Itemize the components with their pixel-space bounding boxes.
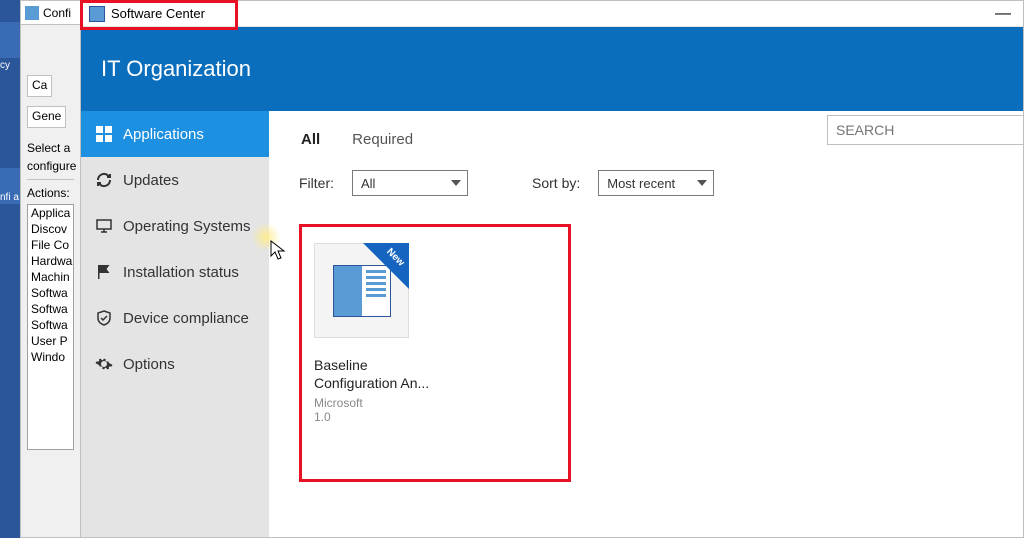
sort-label: Sort by: bbox=[532, 175, 580, 191]
brand-bar: IT Organization bbox=[81, 27, 1023, 111]
software-center-icon bbox=[89, 6, 105, 22]
minimize-button[interactable]: — bbox=[991, 7, 1015, 21]
monitor-icon bbox=[95, 217, 113, 235]
shield-check-icon bbox=[95, 309, 113, 327]
list-item[interactable]: User P bbox=[28, 333, 73, 349]
list-item[interactable]: Softwa bbox=[28, 317, 73, 333]
desktop-icon-label: nfi a bbox=[0, 192, 19, 203]
sidebar-item-label: Device compliance bbox=[123, 310, 249, 327]
applications-icon bbox=[95, 125, 113, 143]
config-manager-title: Confi bbox=[43, 6, 71, 20]
window-title: Software Center bbox=[111, 6, 205, 21]
org-title: IT Organization bbox=[101, 56, 251, 82]
desktop-icon[interactable] bbox=[0, 22, 20, 58]
sidebar-item-updates[interactable]: Updates bbox=[81, 157, 269, 203]
sidebar: Applications Updates Operating Systems I… bbox=[81, 111, 269, 537]
sort-select[interactable]: Most recent bbox=[598, 170, 714, 196]
refresh-icon bbox=[95, 171, 113, 189]
list-item[interactable]: Windo bbox=[28, 349, 73, 365]
software-center-titlebar[interactable]: Software Center — bbox=[81, 1, 1023, 27]
app-title: Baseline Configuration An... bbox=[314, 356, 556, 392]
app-version: 1.0 bbox=[314, 410, 556, 424]
actions-label: Actions: bbox=[21, 184, 80, 202]
desktop-background bbox=[0, 0, 20, 538]
list-item[interactable]: Applica bbox=[28, 205, 73, 221]
actions-listbox[interactable]: Applica Discov File Co Hardwa Machin Sof… bbox=[27, 204, 74, 450]
sidebar-item-label: Options bbox=[123, 356, 175, 373]
sidebar-item-label: Updates bbox=[123, 172, 179, 189]
highlight-annotation: New Baseline Configuration An... Microso… bbox=[299, 224, 571, 482]
new-ribbon bbox=[363, 243, 409, 289]
sidebar-item-label: Installation status bbox=[123, 264, 239, 281]
tab-general[interactable]: Gene bbox=[27, 106, 66, 128]
list-item[interactable]: Machin bbox=[28, 269, 73, 285]
config-manager-icon bbox=[25, 6, 39, 20]
sidebar-item-label: Operating Systems bbox=[123, 218, 251, 235]
sidebar-item-operating-systems[interactable]: Operating Systems bbox=[81, 203, 269, 249]
sidebar-item-device-compliance[interactable]: Device compliance bbox=[81, 295, 269, 341]
filter-value: All bbox=[361, 176, 375, 191]
config-text: configure bbox=[21, 157, 80, 175]
sidebar-item-applications[interactable]: Applications bbox=[81, 111, 269, 157]
list-item[interactable]: File Co bbox=[28, 237, 73, 253]
config-text: Select a bbox=[21, 139, 80, 157]
list-item[interactable]: Hardwa bbox=[28, 253, 73, 269]
desktop-icon-label: cy bbox=[0, 60, 10, 71]
config-manager-titlebar[interactable]: Confi bbox=[21, 1, 80, 25]
tab-cache[interactable]: Ca bbox=[27, 75, 52, 97]
config-manager-window: Confi Ca Gene Select a configure Actions… bbox=[20, 0, 80, 538]
chevron-down-icon bbox=[697, 180, 707, 186]
search-input[interactable] bbox=[827, 115, 1023, 145]
list-item[interactable]: Softwa bbox=[28, 301, 73, 317]
sidebar-item-label: Applications bbox=[123, 126, 204, 143]
flag-icon bbox=[95, 263, 113, 281]
app-publisher: Microsoft bbox=[314, 396, 556, 410]
chevron-down-icon bbox=[451, 180, 461, 186]
list-item[interactable]: Softwa bbox=[28, 285, 73, 301]
filter-label: Filter: bbox=[299, 175, 334, 191]
gear-icon bbox=[95, 355, 113, 373]
list-item[interactable]: Discov bbox=[28, 221, 73, 237]
filter-select[interactable]: All bbox=[352, 170, 468, 196]
content-area: All Required Filter: All Sort by: Most r… bbox=[269, 111, 1023, 537]
tab-required[interactable]: Required bbox=[350, 125, 415, 154]
app-tile[interactable]: New bbox=[314, 243, 409, 338]
sort-value: Most recent bbox=[607, 176, 675, 191]
sidebar-item-options[interactable]: Options bbox=[81, 341, 269, 387]
sidebar-item-installation-status[interactable]: Installation status bbox=[81, 249, 269, 295]
software-center-window: Software Center — IT Organization Applic… bbox=[80, 0, 1024, 538]
tab-all[interactable]: All bbox=[299, 125, 322, 154]
